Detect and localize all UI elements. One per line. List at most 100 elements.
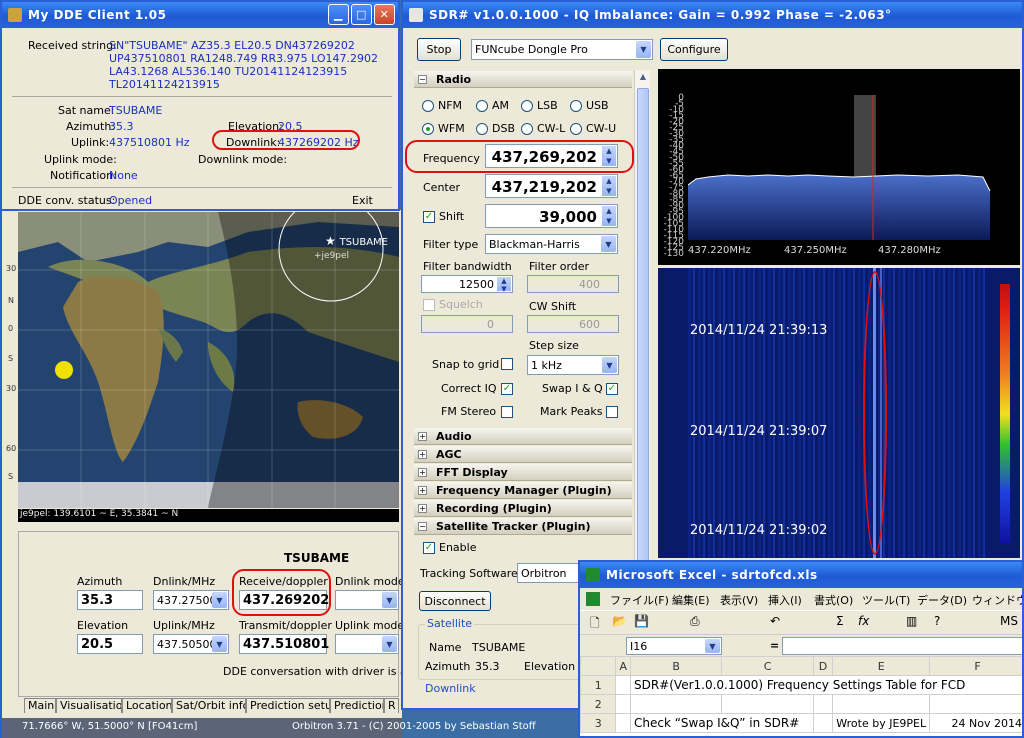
mark-peaks-checkbox[interactable]: [606, 406, 618, 418]
menu-item-file[interactable]: ファイル(F): [610, 592, 669, 608]
menu-item-view[interactable]: 表示(V): [720, 592, 758, 608]
fm-stereo-checkbox[interactable]: [501, 406, 513, 418]
correct-iq-checkbox[interactable]: ✓: [501, 383, 513, 395]
center-input[interactable]: 437,219,202 ▲ ▼: [485, 174, 618, 198]
cell[interactable]: [832, 694, 931, 714]
minimize-button[interactable]: ▁: [328, 4, 349, 25]
column-header[interactable]: A: [615, 656, 631, 676]
row-header[interactable]: 1: [580, 675, 617, 695]
up-select[interactable]: 437.505000 ▼: [153, 634, 229, 654]
cell[interactable]: 24 Nov 2014: [929, 713, 1022, 733]
spinner-icon[interactable]: ▲ ▼: [602, 176, 616, 196]
section-satellite-tracker[interactable]: − Satellite Tracker (Plugin): [414, 518, 632, 535]
dnmode-select[interactable]: ▼: [335, 590, 399, 610]
swap-iq-checkbox[interactable]: ✓: [606, 383, 618, 395]
menu-item-window[interactable]: ウィンドウ: [972, 592, 1022, 608]
dde-titlebar[interactable]: My DDE Client 1.05 ▁ □ ✕: [2, 2, 398, 28]
el-field[interactable]: 20.5: [77, 634, 143, 654]
cell[interactable]: [629, 694, 723, 714]
row-header[interactable]: 2: [580, 694, 617, 714]
cell[interactable]: [615, 675, 631, 695]
help-icon[interactable]: ?: [934, 614, 940, 628]
undo-icon[interactable]: ↶: [770, 614, 780, 628]
corner-cell[interactable]: [580, 656, 617, 676]
filter-type-select[interactable]: Blackman-Harris ▼: [485, 234, 618, 254]
tab-more[interactable]: R: [384, 698, 399, 713]
column-header[interactable]: D: [812, 656, 834, 676]
spectrum-view[interactable]: 0 -5 -10 -15 -20 -25 -30 -35 -40 -45 -50…: [658, 69, 1020, 265]
mode-radio-nfm[interactable]: NFM: [422, 99, 462, 112]
chart-icon[interactable]: ▥: [906, 614, 917, 628]
upmode-select[interactable]: ▼: [335, 634, 399, 654]
menu-item-edit[interactable]: 編集(E): [672, 592, 710, 608]
section-audio[interactable]: + Audio: [414, 428, 632, 445]
new-icon[interactable]: 🗋: [590, 614, 600, 635]
dn-select[interactable]: 437.275000 ▼: [153, 590, 229, 610]
tx-field[interactable]: 437.510801: [239, 634, 329, 654]
tab-prediction[interactable]: Prediction: [330, 698, 384, 713]
cell[interactable]: Wrote by JE9PEL: [832, 713, 931, 733]
stop-button[interactable]: Stop: [417, 38, 461, 61]
menu-item-insert[interactable]: 挿入(I): [768, 592, 802, 608]
column-header[interactable]: E: [832, 656, 931, 676]
cell[interactable]: [929, 694, 1022, 714]
tab-visualisation[interactable]: Visualisation: [56, 698, 122, 713]
tab-location[interactable]: Location: [122, 698, 172, 713]
section-agc[interactable]: + AGC: [414, 446, 632, 463]
mode-radio-am[interactable]: AM: [476, 99, 509, 112]
snap-checkbox[interactable]: [501, 358, 513, 370]
step-size-select[interactable]: 1 kHz ▼: [527, 355, 619, 375]
configure-button[interactable]: Configure: [660, 38, 728, 61]
close-button[interactable]: ✕: [374, 4, 395, 25]
excel-titlebar[interactable]: Microsoft Excel - sdrtofcd.xls: [580, 562, 1022, 588]
disconnect-button[interactable]: Disconnect: [419, 591, 491, 611]
mode-radio-dsb[interactable]: DSB: [476, 122, 515, 135]
section-radio[interactable]: − Radio: [414, 71, 632, 88]
function-icon[interactable]: fx: [858, 614, 869, 628]
cell[interactable]: [721, 694, 814, 714]
cell[interactable]: [812, 713, 834, 733]
cell[interactable]: [615, 694, 631, 714]
az-field[interactable]: 35.3: [77, 590, 143, 610]
world-map[interactable]: ★ TSUBAME +je9pel: [18, 212, 399, 508]
mode-radio-usb[interactable]: USB: [570, 99, 609, 112]
open-icon[interactable]: 📂: [612, 614, 627, 628]
menu-item-tools[interactable]: ツール(T): [862, 592, 910, 608]
formula-input[interactable]: [782, 637, 1022, 655]
column-header[interactable]: B: [629, 656, 723, 676]
exit-button[interactable]: Exit: [352, 194, 373, 207]
spinner-icon[interactable]: ▲ ▼: [497, 277, 511, 293]
shift-input[interactable]: 39,000 ▲ ▼: [485, 204, 618, 228]
name-box[interactable]: I16 ▼: [626, 637, 722, 655]
menu-item-data[interactable]: データ(D): [917, 592, 967, 608]
mode-radio-wfm[interactable]: WFM: [422, 122, 465, 135]
mode-radio-cwu[interactable]: CW-U: [570, 122, 616, 135]
device-select[interactable]: FUNcube Dongle Pro ▼: [471, 39, 653, 60]
font-select[interactable]: MS: [1000, 614, 1018, 628]
waterfall-view[interactable]: 2014/11/24 21:39:13 2014/11/24 21:39:07 …: [658, 268, 1020, 558]
spreadsheet-grid[interactable]: A B C D E F 1 SDR#(Ver1.0.0.1000) Freque…: [580, 656, 1022, 733]
scroll-up-icon[interactable]: ▲: [637, 72, 649, 84]
maximize-button[interactable]: □: [351, 4, 372, 25]
print-icon[interactable]: ⎙: [690, 614, 700, 629]
menu-item-format[interactable]: 書式(O): [814, 592, 853, 608]
column-header[interactable]: F: [929, 656, 1022, 676]
tab-sat-orbit-info[interactable]: Sat/Orbit info: [172, 698, 246, 713]
column-header[interactable]: C: [721, 656, 814, 676]
mode-radio-lsb[interactable]: LSB: [521, 99, 558, 112]
cell[interactable]: [615, 713, 631, 733]
tab-prediction-setup[interactable]: Prediction setup: [246, 698, 330, 713]
cell[interactable]: SDR#(Ver1.0.0.1000) Frequency Settings T…: [629, 675, 1022, 695]
shift-checkbox[interactable]: ✓ Shift: [423, 210, 464, 223]
sdr-titlebar[interactable]: SDR# v1.0.0.1000 - IQ Imbalance: Gain = …: [403, 2, 1022, 28]
cell[interactable]: [812, 694, 834, 714]
mode-radio-cwl[interactable]: CW-L: [521, 122, 565, 135]
section-fft-display[interactable]: + FFT Display: [414, 464, 632, 481]
section-frequency-manager[interactable]: + Frequency Manager (Plugin): [414, 482, 632, 499]
section-recording[interactable]: + Recording (Plugin): [414, 500, 632, 517]
filter-bandwidth-input[interactable]: 12500 ▲ ▼: [421, 275, 513, 293]
enable-checkbox[interactable]: ✓ Enable: [423, 541, 476, 554]
cell[interactable]: Check “Swap I&Q” in SDR#: [629, 713, 814, 733]
spinner-icon[interactable]: ▲ ▼: [602, 206, 616, 226]
sum-icon[interactable]: Σ: [836, 614, 844, 628]
